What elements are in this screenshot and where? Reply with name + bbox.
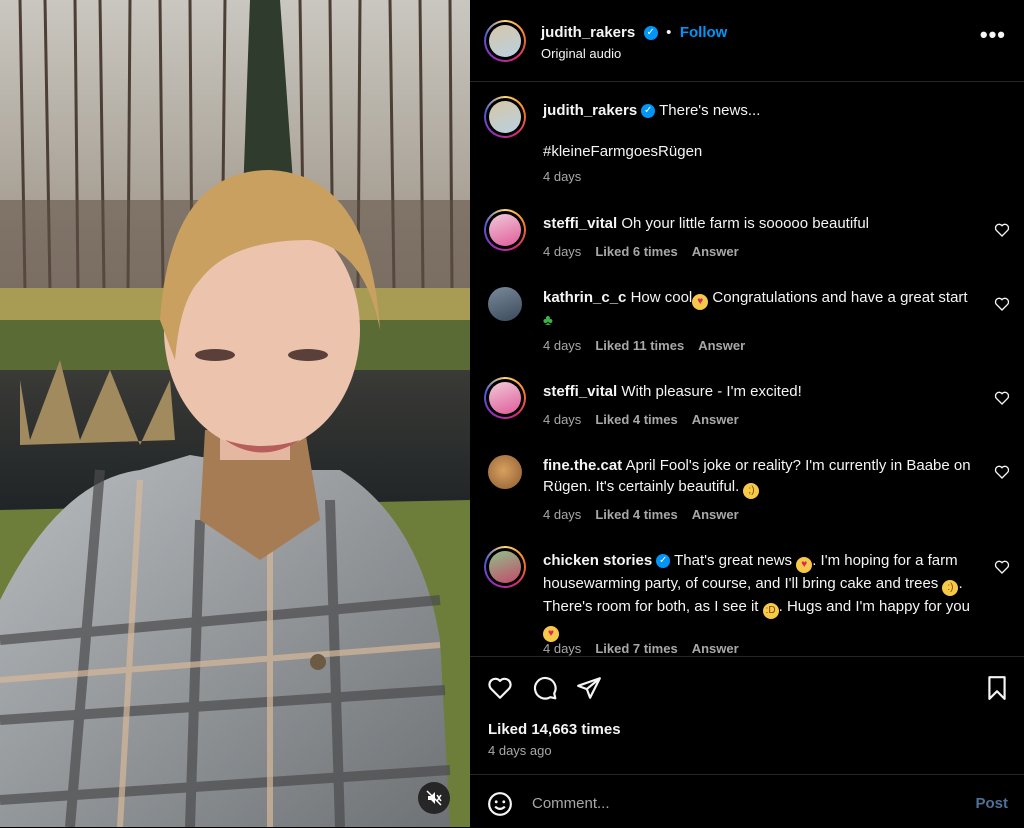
verified-icon: ✓	[656, 554, 671, 569]
comment-likes[interactable]: Liked 6 times	[595, 244, 677, 259]
heart-icon[interactable]	[994, 222, 1010, 238]
comment-time: 4 days	[543, 507, 582, 522]
caption-hashtag[interactable]: #kleineFarmgoesRügen	[543, 141, 978, 162]
mute-button[interactable]	[418, 782, 450, 814]
commenter-avatar[interactable]	[488, 287, 522, 321]
commenter-username[interactable]: fine.the.cat	[543, 457, 622, 474]
post-header: judith_rakers ✓ • Follow Original audio …	[470, 0, 1024, 82]
author-username[interactable]: judith_rakers	[541, 24, 635, 41]
comment-body-cont: . Hugs and I'm happy for you	[778, 598, 970, 615]
comment-meta: 4 days Liked 4 times Answer	[543, 412, 753, 427]
caption-text-line: judith_rakers ✓ There's news...	[543, 100, 978, 121]
comment-meta: 4 days Liked 6 times Answer	[543, 244, 753, 259]
comment-time: 4 days	[543, 641, 582, 656]
heart-eyes-emoji-icon: ♥	[796, 557, 813, 573]
reply-button[interactable]: Answer	[692, 244, 739, 259]
reply-button[interactable]: Answer	[692, 412, 739, 427]
post-actions: Liked 14,663 times 4 days ago	[470, 656, 1024, 775]
post-time: 4 days ago	[488, 743, 552, 758]
comment-meta: 4 days Liked 7 times Answer	[543, 641, 753, 656]
commenter-avatar[interactable]	[488, 455, 522, 489]
audio-label[interactable]: Original audio	[541, 46, 621, 61]
more-icon[interactable]: •••	[980, 24, 1006, 46]
share-icon[interactable]	[576, 675, 602, 701]
post-comment-button[interactable]: Post	[975, 795, 1008, 812]
comment-time: 4 days	[543, 338, 582, 353]
smile-emoji-icon: :)	[942, 580, 959, 596]
comment-text: chicken stories ✓ That's great news ♥. I'…	[543, 550, 978, 642]
caption-text: There's news...	[659, 102, 761, 119]
comment-meta: 4 days Liked 11 times Answer	[543, 338, 759, 353]
video-frame	[0, 0, 470, 827]
comment-text: steffi_vital Oh your little farm is sooo…	[543, 213, 978, 234]
separator-dot: •	[666, 24, 672, 41]
comment-body: How cool	[630, 289, 693, 306]
author-line: judith_rakers ✓ • Follow	[541, 24, 727, 42]
caption-time: 4 days	[543, 169, 582, 184]
comment-icon[interactable]	[532, 675, 558, 701]
comment-text: steffi_vital With pleasure - I'm excited…	[543, 381, 978, 402]
heart-icon[interactable]	[994, 296, 1010, 312]
comment-input[interactable]: Comment...	[532, 795, 610, 812]
comment-meta: 4 days Liked 4 times Answer	[543, 507, 753, 522]
author-avatar[interactable]	[484, 20, 526, 62]
clover-emoji-icon: ♣	[543, 312, 553, 329]
heart-icon[interactable]	[487, 675, 513, 701]
commenter-username[interactable]: steffi_vital	[543, 215, 617, 232]
comment-likes[interactable]: Liked 4 times	[595, 412, 677, 427]
wink-emoji-icon: ;)	[743, 483, 760, 499]
post-video[interactable]	[0, 0, 470, 827]
comment-body-cont: Congratulations and have a great start	[708, 289, 968, 306]
emoji-icon[interactable]	[487, 791, 513, 817]
comment-likes[interactable]: Liked 7 times	[595, 641, 677, 656]
commenter-avatar[interactable]	[484, 209, 526, 251]
comment-text: fine.the.cat April Fool's joke or realit…	[543, 455, 978, 499]
comment-likes[interactable]: Liked 4 times	[595, 507, 677, 522]
commenter-username[interactable]: chicken stories	[543, 552, 652, 569]
kiss-emoji-icon: ♥	[543, 626, 559, 642]
commenter-username[interactable]: kathrin_c_c	[543, 289, 626, 306]
bookmark-icon[interactable]	[984, 675, 1010, 701]
verified-icon: ✓	[643, 25, 658, 40]
caption-username[interactable]: judith_rakers	[543, 102, 637, 119]
heart-icon[interactable]	[994, 559, 1010, 575]
comment-body: That's great news	[674, 552, 793, 569]
comment-likes[interactable]: Liked 11 times	[595, 338, 684, 353]
mute-icon	[426, 790, 442, 806]
follow-button[interactable]: Follow	[680, 24, 728, 41]
laugh-emoji-icon: :D	[762, 603, 779, 619]
post-side-panel: judith_rakers ✓ • Follow Original audio …	[470, 0, 1024, 827]
comment-body: With pleasure - I'm excited!	[621, 383, 802, 400]
commenter-avatar[interactable]	[484, 546, 526, 588]
comment-text: kathrin_c_c How cool ♥ Congratulations an…	[543, 287, 978, 331]
comment-time: 4 days	[543, 244, 582, 259]
heart-icon[interactable]	[994, 390, 1010, 406]
verified-icon: ✓	[641, 104, 656, 119]
heart-icon[interactable]	[994, 464, 1010, 480]
reply-button[interactable]: Answer	[698, 338, 745, 353]
comment-time: 4 days	[543, 412, 582, 427]
comment-body: Oh your little farm is sooooo beautiful	[621, 215, 869, 232]
commenter-username[interactable]: steffi_vital	[543, 383, 617, 400]
caption-avatar[interactable]	[484, 96, 526, 138]
comment-composer: Comment... Post	[470, 774, 1024, 828]
commenter-avatar[interactable]	[484, 377, 526, 419]
like-count[interactable]: Liked 14,663 times	[488, 721, 621, 738]
reply-button[interactable]: Answer	[692, 507, 739, 522]
reply-button[interactable]: Answer	[692, 641, 739, 656]
heart-eyes-emoji-icon: ♥	[692, 294, 709, 310]
